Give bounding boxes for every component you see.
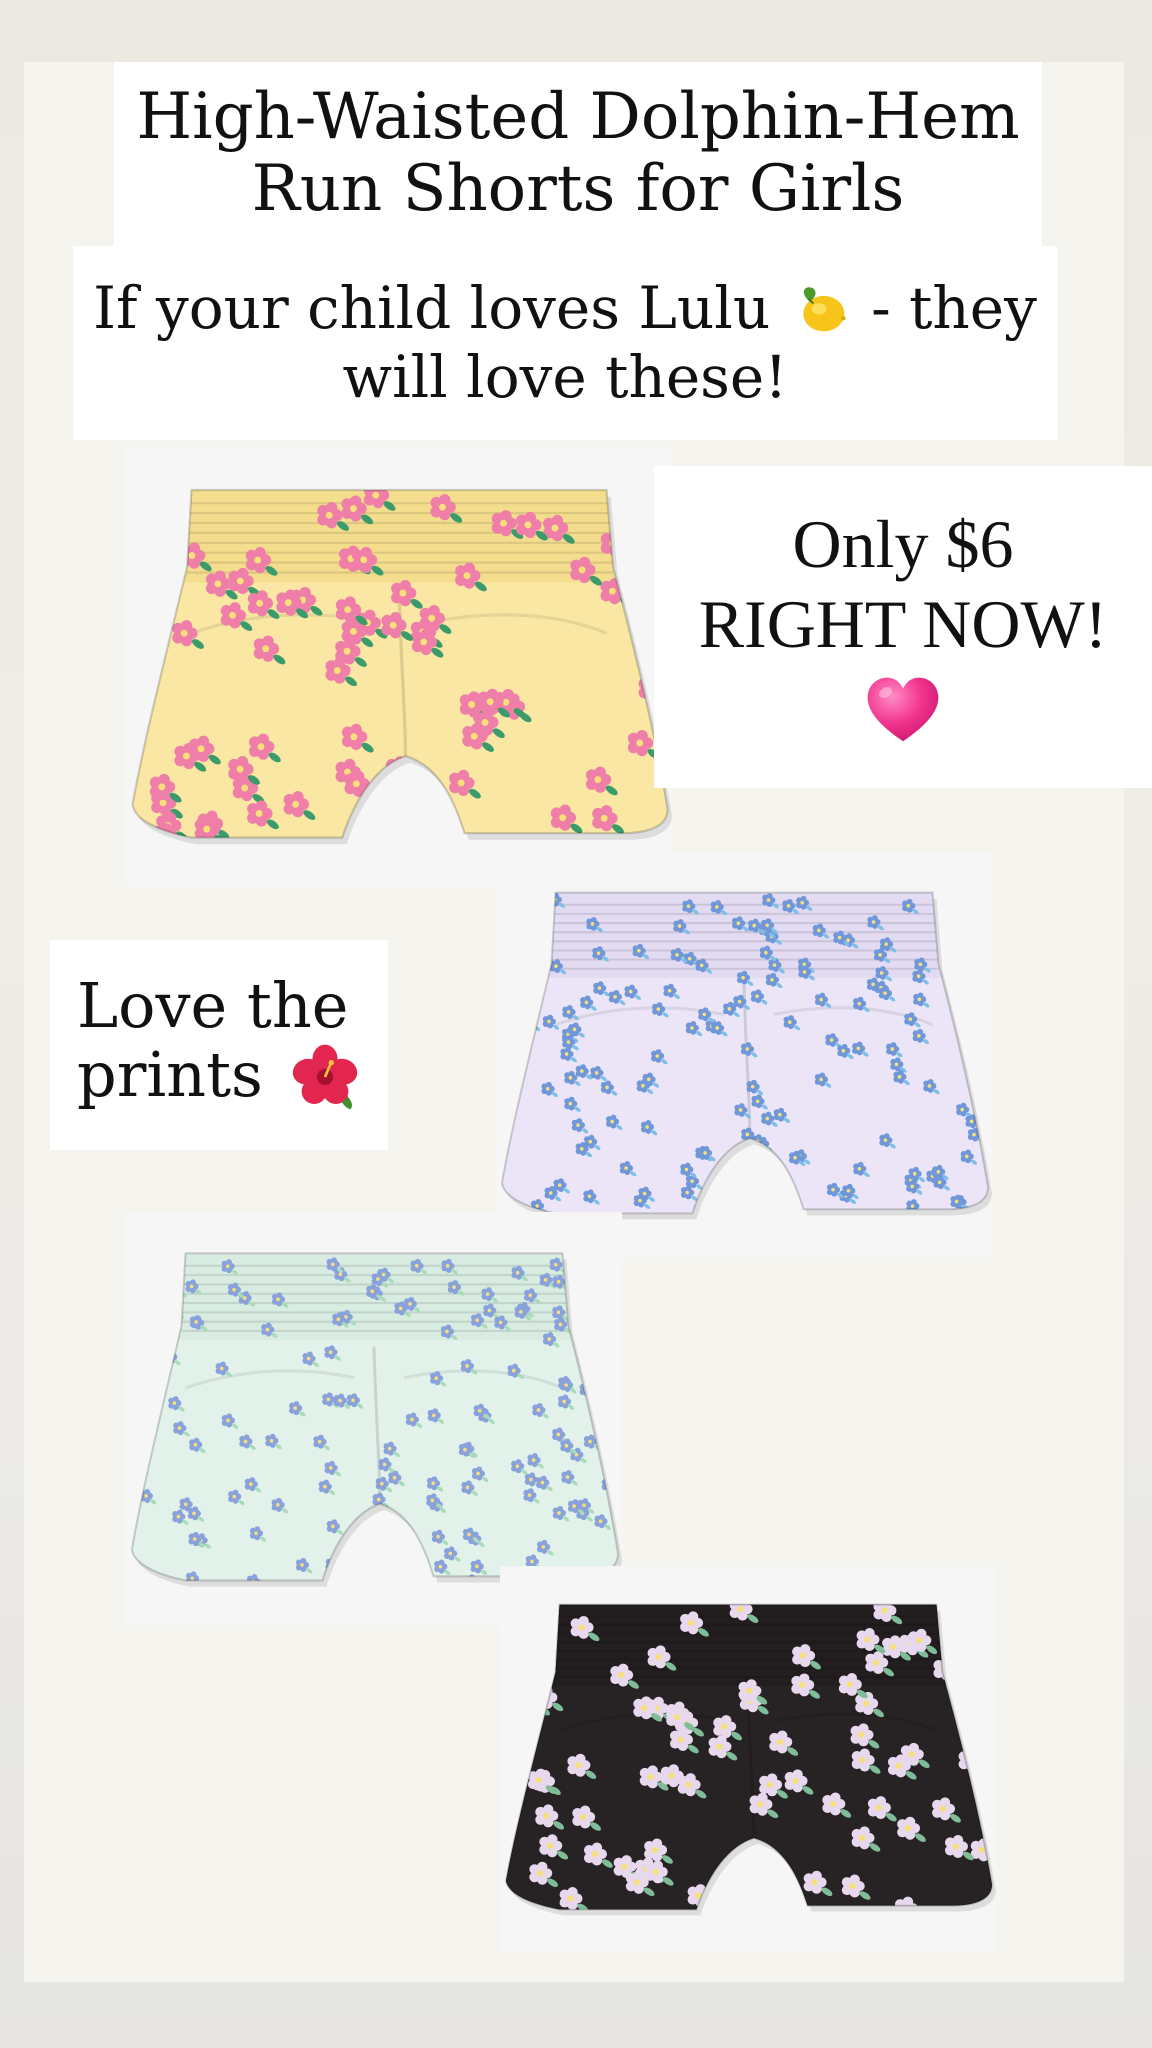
hibiscus-icon — [292, 1044, 357, 1110]
title-caption: High-Waisted Dolphin-Hem Run Shorts for … — [114, 62, 1042, 246]
prints-line-2: prints — [77, 1040, 361, 1119]
subtitle-line-2: will love these! — [342, 343, 788, 411]
subtitle-text-before-icon: If your child loves Lulu — [93, 274, 771, 343]
prints-caption: Love the prints — [50, 940, 388, 1150]
yellow-floral-shorts-image — [126, 446, 672, 886]
subtitle-line-1: If your child loves Lulu - they — [93, 276, 1037, 345]
subtitle-caption: If your child loves Lulu - they will lov… — [73, 246, 1057, 440]
prints-line-1: Love the — [77, 968, 349, 1042]
black-floral-shorts-image — [500, 1566, 996, 1952]
mint-floral-shorts-image — [126, 1212, 622, 1626]
price-line-2: RIGHT NOW! — [698, 586, 1108, 662]
price-line-1: Only $6 — [792, 506, 1014, 583]
subtitle-text-after-icon: - they — [871, 274, 1037, 343]
pink-heart-icon — [867, 677, 939, 741]
title-line-1: High-Waisted Dolphin-Hem — [136, 80, 1020, 155]
prints-text: prints — [77, 1038, 263, 1112]
title-line-2: Run Shorts for Girls — [251, 152, 905, 226]
price-caption: Only $6 RIGHT NOW! — [654, 466, 1152, 788]
lemon-icon — [802, 287, 846, 332]
lavender-floral-shorts-image — [496, 852, 992, 1258]
